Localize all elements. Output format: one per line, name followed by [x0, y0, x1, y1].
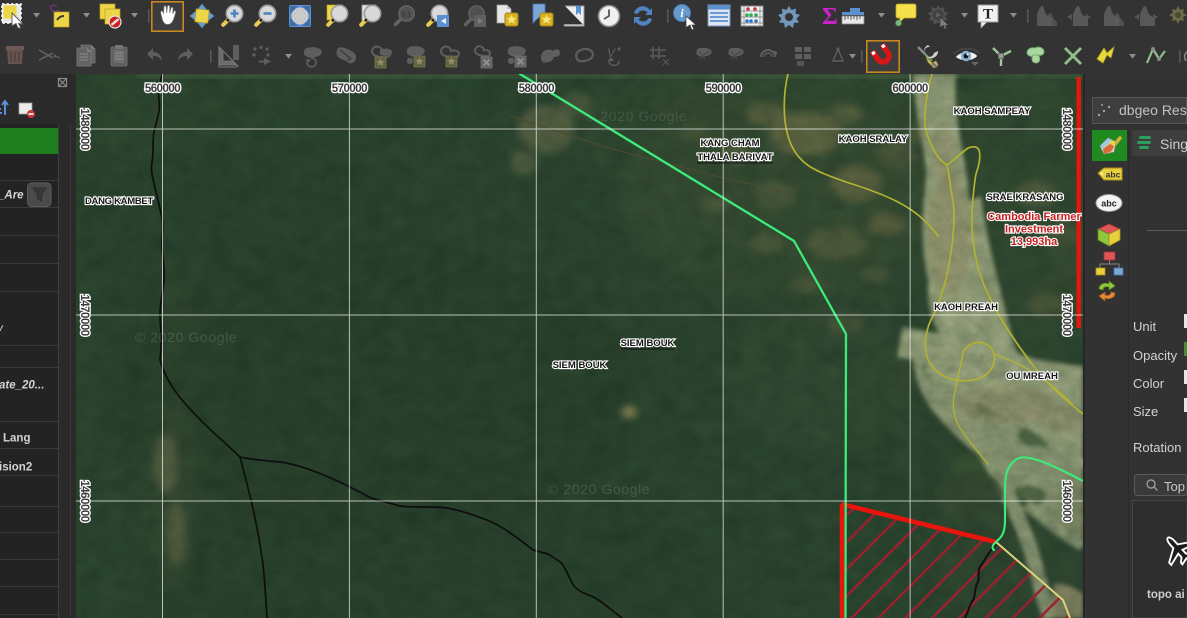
svg-text:Unit: Unit	[1133, 319, 1157, 334]
svg-text:© 2020 Google: © 2020 Google	[548, 481, 650, 497]
svg-text:13,993ha: 13,993ha	[1011, 236, 1058, 248]
svg-text:Σ: Σ	[822, 4, 838, 30]
svg-text:Lang: Lang	[3, 433, 30, 445]
svg-text:THALA BARIVAT: THALA BARIVAT	[697, 152, 772, 163]
svg-text:DANG KAMBET: DANG KAMBET	[85, 196, 153, 207]
svg-text:1480000: 1480000	[1060, 108, 1072, 149]
svg-text:SRAE KRASANG: SRAE KRASANG	[986, 192, 1063, 203]
svg-text:OU MREAH: OU MREAH	[1006, 371, 1058, 382]
svg-text:Top: Top	[1164, 479, 1185, 494]
svg-text:Rotation: Rotation	[1133, 440, 1181, 455]
svg-text:SIEM BOUK: SIEM BOUK	[553, 360, 607, 371]
svg-text:SIEM BOUK: SIEM BOUK	[621, 338, 675, 349]
svg-text:Size: Size	[1133, 404, 1158, 419]
svg-text:1470000: 1470000	[1060, 294, 1072, 335]
svg-text:© 2020 Google: © 2020 Google	[585, 108, 687, 124]
svg-text:ate_20...: ate_20...	[0, 380, 44, 392]
svg-text:ision2: ision2	[0, 462, 32, 474]
svg-text:dbgeo Res: dbgeo Res	[1119, 102, 1187, 118]
svg-text:590000: 590000	[706, 83, 741, 95]
svg-text:_Are: _Are	[0, 190, 24, 202]
svg-text:Color: Color	[1133, 376, 1165, 391]
svg-text:570000: 570000	[332, 83, 367, 95]
svg-text:KAOH SRALAY: KAOH SRALAY	[839, 134, 908, 145]
svg-text:1480000: 1480000	[78, 108, 90, 149]
svg-text:KAOH PREAH: KAOH PREAH	[934, 302, 998, 313]
svg-text:580000: 580000	[519, 83, 554, 95]
svg-text:1:1: 1:1	[402, 12, 412, 19]
svg-text:Opacity: Opacity	[1133, 348, 1178, 363]
svg-text:T: T	[983, 7, 993, 23]
svg-text:600000: 600000	[892, 83, 927, 95]
svg-text:560000: 560000	[145, 83, 180, 95]
svg-text:KANG CHAM: KANG CHAM	[700, 138, 759, 149]
svg-text:abc: abc	[1106, 170, 1121, 180]
svg-text:1470000: 1470000	[78, 294, 90, 335]
svg-text:abc: abc	[1101, 199, 1117, 209]
svg-text:Investment: Investment	[1005, 224, 1063, 236]
svg-text:Cambodia Farmer: Cambodia Farmer	[987, 211, 1081, 223]
svg-text:topo ai: topo ai	[1147, 589, 1185, 601]
svg-text:© 2020 Google: © 2020 Google	[135, 329, 237, 345]
svg-text:Sing: Sing	[1160, 136, 1187, 152]
svg-text:KAOH SAMPEAY: KAOH SAMPEAY	[954, 106, 1031, 117]
svg-text:1460000: 1460000	[1060, 480, 1072, 521]
svg-text:1460000: 1460000	[78, 480, 90, 521]
